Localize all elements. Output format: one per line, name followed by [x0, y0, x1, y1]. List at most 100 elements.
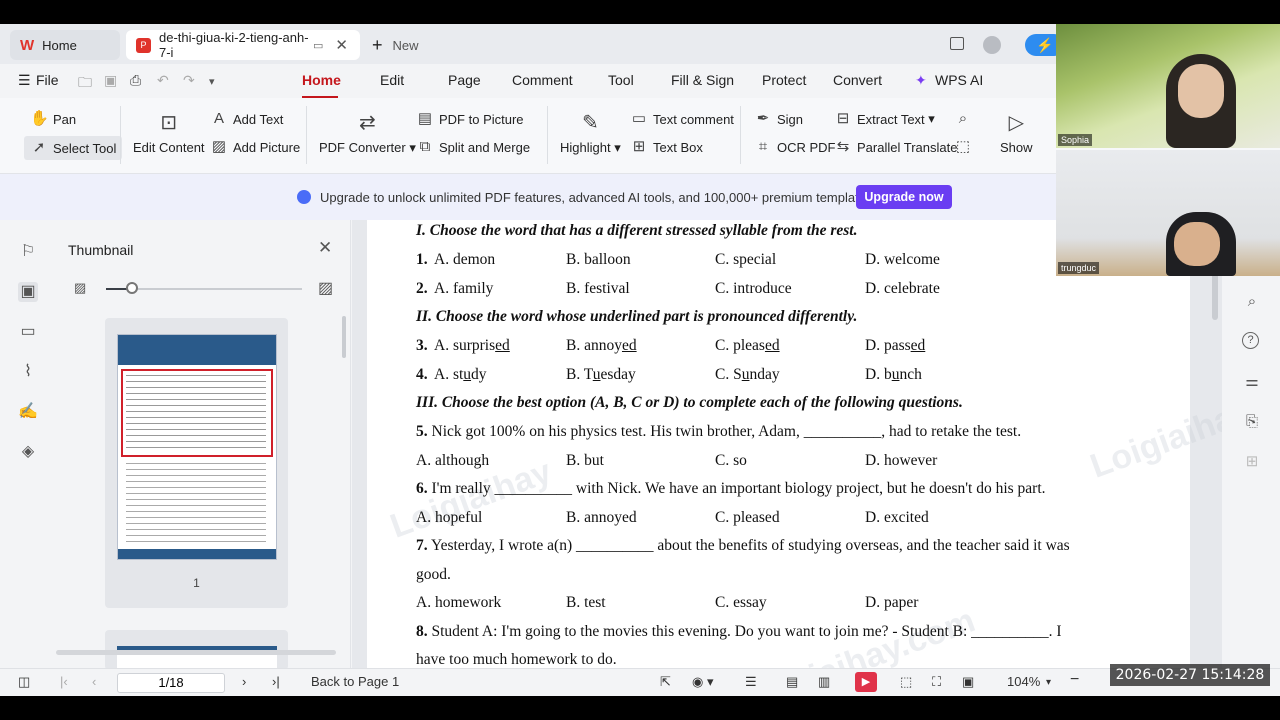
menu-tool[interactable]: Tool [608, 72, 634, 88]
single-page-icon[interactable]: ▤ [786, 674, 798, 690]
fit-page-icon[interactable]: ⛶ [932, 674, 941, 690]
parallel-translate-button[interactable]: ⇆ Parallel Translate [834, 138, 958, 156]
first-page-icon[interactable]: |‹ [60, 674, 68, 689]
split-merge-button[interactable]: ⧉ Split and Merge [416, 138, 530, 156]
menu-protect[interactable]: Protect [762, 72, 806, 88]
back-to-page-link[interactable]: Back to Page 1 [311, 674, 399, 689]
add-text-button[interactable]: A Add Text [210, 110, 283, 128]
menu-edit[interactable]: Edit [380, 72, 404, 88]
select-tool-label: Select Tool [53, 140, 117, 156]
book-icon[interactable]: ⎘ [1242, 412, 1262, 432]
ocr-pdf-button[interactable]: ⌗ OCR PDF [754, 138, 836, 156]
open-folder-icon[interactable]: 🗀 [78, 72, 92, 96]
save-icon[interactable]: ▣ [104, 72, 117, 89]
pdf-icon: P [136, 37, 151, 53]
pdf-to-picture-button[interactable]: ▤ PDF to Picture [416, 110, 524, 128]
eye-icon[interactable]: ◉ ▾ [692, 674, 713, 690]
menu-comment[interactable]: Comment [512, 72, 573, 88]
search-icon[interactable]: ⌕ [1242, 292, 1262, 312]
next-page-icon[interactable]: › [242, 674, 246, 689]
sign-button[interactable]: ✒ Sign [754, 110, 803, 128]
print-icon[interactable]: ⎙ [130, 72, 141, 89]
bookmark-icon[interactable]: ⚐ [18, 242, 38, 262]
undo-icon[interactable]: ↶ [157, 72, 169, 89]
tab-home[interactable]: W Home [10, 30, 120, 60]
thumbnail-page-1[interactable]: 1 [105, 318, 288, 608]
fit-width-icon[interactable]: ⬚ [900, 674, 912, 690]
pdf-converter-button[interactable]: ⇄ PDF Converter ▾ [319, 110, 416, 156]
menu-page[interactable]: Page [448, 72, 481, 88]
menu-wps-ai[interactable]: WPS AI [935, 72, 983, 88]
close-icon[interactable]: ✕ [318, 238, 332, 258]
q6-option-c: C. pleased [715, 509, 780, 526]
play-icon[interactable]: ▶ [855, 672, 877, 692]
q6-option-d: D. excited [865, 509, 929, 526]
layers-icon[interactable]: ◈ [18, 442, 38, 462]
close-icon[interactable]: ✕ [335, 36, 348, 54]
chevron-down-icon[interactable]: ▾ [209, 75, 215, 88]
menu-file[interactable]: File [36, 72, 59, 88]
page-number-input[interactable]: 1/18 [117, 673, 225, 693]
highlight-button[interactable]: ✎ Highlight ▾ [560, 110, 621, 156]
window-restore-icon[interactable] [950, 37, 964, 50]
horizontal-scrollbar[interactable] [56, 650, 336, 655]
monitor-icon[interactable]: ▭ [313, 39, 323, 52]
screenshot-button[interactable]: ⬚ [954, 138, 977, 156]
q3-option-b: B. annoyed [566, 337, 637, 354]
q3-option-d: D. passed [865, 337, 926, 354]
divider [740, 106, 741, 164]
zoom-level[interactable]: 104% [1007, 674, 1040, 689]
zoom-slider-knob[interactable] [126, 282, 138, 294]
comment-icon[interactable]: ▭ [18, 322, 38, 342]
new-tab-label: New [392, 37, 419, 53]
image-small-icon[interactable]: ▨ [74, 280, 86, 296]
extract-text-button[interactable]: ⊟ Extract Text ▾ [834, 110, 935, 128]
sidebar-toggle-icon[interactable]: ◫ [18, 674, 30, 690]
search-icon: ⌕ [958, 110, 968, 127]
tab-document[interactable]: P de-thi-giua-ki-2-tieng-anh-7-i ▭ ✕ [126, 30, 360, 60]
help-icon[interactable]: ? [1242, 332, 1259, 349]
section-1-heading: I. Choose the word that has a different … [416, 222, 858, 239]
image-large-icon[interactable]: ▨ [318, 278, 333, 298]
fullscreen-icon[interactable]: ▣ [962, 674, 974, 690]
menu-home[interactable]: Home [302, 72, 341, 88]
text-comment-button[interactable]: ▭ Text comment [630, 110, 734, 128]
question-6-text: 6. I'm really __________ with Nick. We h… [416, 480, 1046, 497]
menu-convert[interactable]: Convert [833, 72, 882, 88]
last-page-icon[interactable]: ›| [272, 674, 280, 689]
zoom-out-icon[interactable]: − [1070, 671, 1079, 689]
redo-icon[interactable]: ↷ [183, 72, 195, 89]
grid-icon[interactable]: ⊞ [1242, 452, 1262, 472]
continuous-view-icon[interactable]: ☰ [745, 674, 757, 690]
text-box-button[interactable]: ⊞ Text Box [630, 138, 703, 156]
add-text-icon: A [213, 110, 224, 127]
thumbnail-icon[interactable]: ▣ [18, 282, 38, 302]
chevron-down-icon[interactable]: ▾ [1046, 677, 1051, 688]
thumbnail-title: Thumbnail [68, 242, 134, 258]
signature-icon[interactable]: ✍ [18, 402, 38, 422]
export-icon[interactable]: ⇱ [660, 674, 671, 690]
menu-fill-sign[interactable]: Fill & Sign [671, 72, 734, 88]
edit-content-button[interactable]: ⊡ Edit Content [133, 110, 205, 155]
show-button[interactable]: ▷ Show [1000, 110, 1033, 155]
add-picture-button[interactable]: ▨ Add Picture [210, 138, 300, 156]
split-merge-icon: ⧉ [419, 138, 431, 155]
new-tab-button[interactable]: + New [372, 30, 452, 60]
hamburger-icon[interactable]: ☰ [18, 72, 31, 89]
q2-option-a: A. family [434, 280, 494, 297]
pan-button[interactable]: ✋ Pan [30, 110, 76, 128]
search-button[interactable]: ⌕ [954, 110, 977, 128]
select-tool-button[interactable]: ➚ Select Tool [24, 136, 123, 160]
q2-option-b: B. festival [566, 280, 630, 297]
upgrade-now-button[interactable]: Upgrade now [856, 185, 952, 209]
left-rail: ⚐ ▣ ▭ ⌇ ✍ ◈ [0, 220, 56, 668]
settings-sliders-icon[interactable]: ⚌ [1242, 372, 1262, 392]
parallel-translate-label: Parallel Translate [857, 139, 958, 155]
attachment-icon[interactable]: ⌇ [18, 362, 38, 382]
avatar[interactable] [983, 36, 1001, 54]
q1-option-c: C. special [715, 251, 777, 268]
two-page-icon[interactable]: ▥ [818, 674, 830, 690]
prev-page-icon[interactable]: ‹ [92, 674, 96, 689]
q3-option-c: C. pleased [715, 337, 780, 354]
thumbnail-scrollbar[interactable] [342, 316, 346, 358]
